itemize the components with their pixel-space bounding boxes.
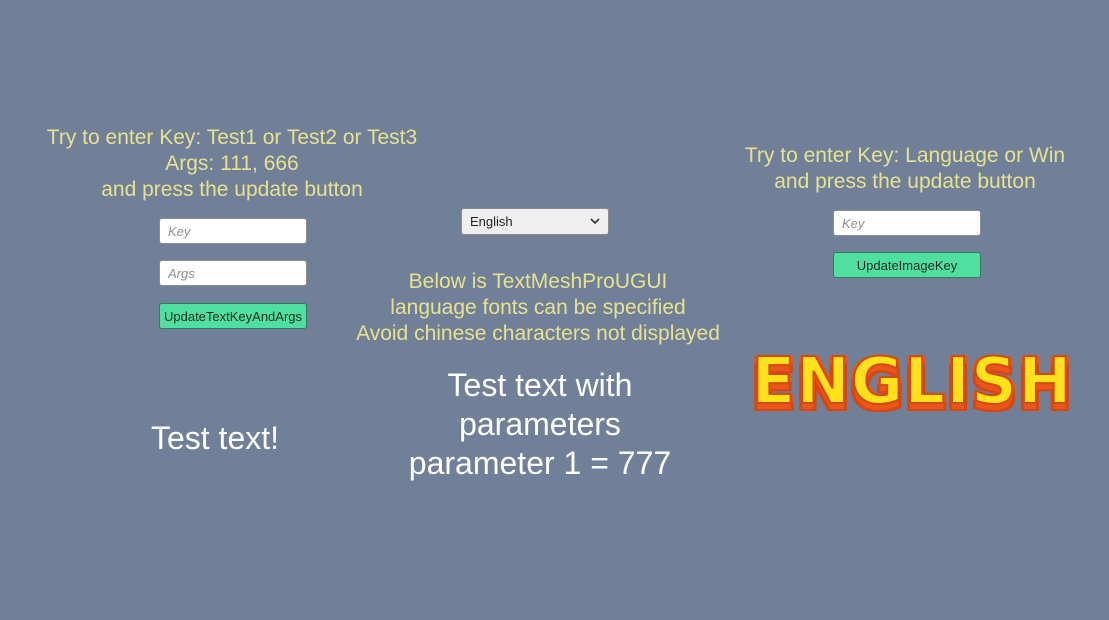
image-key-input[interactable] (833, 210, 981, 236)
chevron-down-icon (590, 218, 600, 225)
tmp-text-line: Test text with (447, 367, 633, 403)
center-info: Below is TextMeshProUGUI language fonts … (338, 269, 738, 347)
update-image-key-label: UpdateImageKey (856, 257, 958, 273)
test-text: Test text! (150, 420, 280, 456)
update-text-key-and-args-label: UpdateTextKeyAndArgs (163, 308, 303, 324)
left-instructions: Try to enter Key: Test1 or Test2 or Test… (32, 125, 432, 203)
center-info-line: language fonts can be specified (390, 296, 686, 319)
right-instruction-line: Try to enter Key: Language or Win (744, 144, 1066, 167)
tmp-text-line: parameter 1 = 777 (408, 445, 672, 481)
left-instruction-line: and press the update button (101, 178, 363, 201)
left-instruction-line: Args: 111, 666 (165, 152, 299, 175)
language-dropdown[interactable]: English (461, 208, 609, 235)
tmp-test-text: Test text with parameters parameter 1 = … (370, 366, 710, 483)
key-input[interactable] (159, 218, 307, 244)
left-instruction-line: Try to enter Key: Test1 or Test2 or Test… (46, 126, 418, 149)
center-info-line: Avoid chinese characters not displayed (356, 322, 720, 345)
language-logo-image: ENGLISH (750, 342, 1073, 422)
tmp-text-line: parameters (459, 406, 621, 442)
update-text-key-and-args-button[interactable]: UpdateTextKeyAndArgs (159, 303, 307, 329)
language-dropdown-value: English (470, 214, 513, 229)
update-image-key-button[interactable]: UpdateImageKey (833, 252, 981, 278)
right-instructions: Try to enter Key: Language or Win and pr… (705, 143, 1105, 195)
logo-text: ENGLISH (750, 345, 1073, 419)
center-info-line: Below is TextMeshProUGUI (408, 270, 668, 293)
right-instruction-line: and press the update button (774, 170, 1036, 193)
args-input[interactable] (159, 260, 307, 286)
